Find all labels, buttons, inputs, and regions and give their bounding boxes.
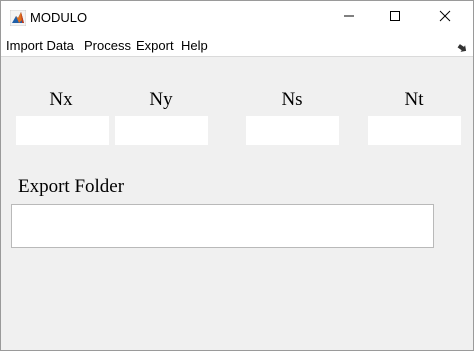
window-title: MODULO xyxy=(30,10,88,25)
menu-bar: Import Data Process Export Help xyxy=(1,35,473,57)
close-button[interactable] xyxy=(422,1,468,35)
nx-input[interactable] xyxy=(16,116,109,145)
matlab-icon xyxy=(9,9,27,27)
ns-input[interactable] xyxy=(246,116,339,145)
ny-label: Ny xyxy=(149,89,173,110)
nt-label: Nt xyxy=(404,89,424,110)
menu-import-data[interactable]: Import Data xyxy=(6,38,74,54)
main-window: MODULO Import Data Process Export Help N… xyxy=(0,0,474,351)
export-folder-label: Export Folder xyxy=(18,176,125,197)
menu-help[interactable]: Help xyxy=(181,38,208,54)
nx-label: Nx xyxy=(49,89,73,110)
menu-export[interactable]: Export xyxy=(136,38,174,54)
menu-process[interactable]: Process xyxy=(84,38,131,54)
ns-label: Ns xyxy=(281,89,303,110)
maximize-button[interactable] xyxy=(372,1,418,35)
maximize-icon xyxy=(389,9,401,27)
ny-input[interactable] xyxy=(115,116,208,145)
export-folder-input[interactable] xyxy=(11,204,434,248)
title-bar[interactable]: MODULO xyxy=(1,1,473,35)
nt-input[interactable] xyxy=(368,116,461,145)
minimize-button[interactable] xyxy=(326,1,372,35)
minimize-icon xyxy=(343,9,355,27)
dock-arrow-icon[interactable] xyxy=(457,41,468,52)
close-icon xyxy=(439,9,451,27)
